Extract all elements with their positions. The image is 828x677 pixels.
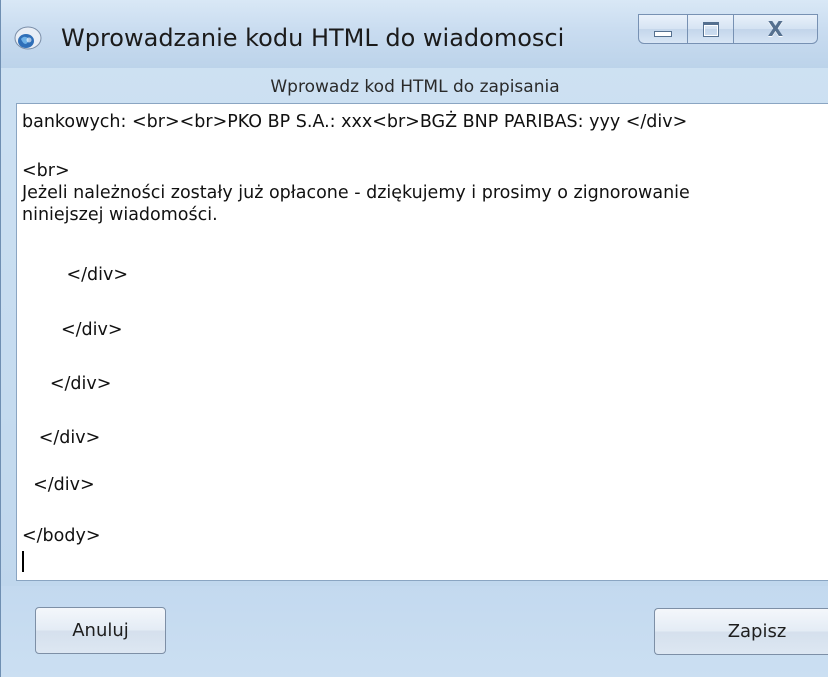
maximize-button[interactable]: [688, 14, 734, 44]
code-line: </body>: [22, 526, 101, 546]
code-line: </div>: [22, 265, 129, 285]
minimize-icon: [654, 31, 672, 37]
text-caret: [22, 551, 24, 572]
cancel-button[interactable]: Anuluj: [35, 607, 166, 654]
email-globe-icon: [14, 26, 42, 50]
maximize-icon: [702, 21, 719, 37]
code-line: </div>: [22, 320, 123, 340]
save-button[interactable]: Zapisz: [654, 608, 828, 655]
dialog-window: Wprowadzanie kodu HTML do wiadomosci X W…: [0, 0, 828, 677]
code-line: </div>: [22, 428, 101, 448]
code-line: </div>: [22, 374, 112, 394]
code-line: </div>: [22, 475, 95, 495]
html-code-editor[interactable]: bankowych: <br><br>PKO BP S.A.: xxx<br>B…: [16, 103, 828, 581]
prompt-label: Wprowadz kod HTML do zapisania: [270, 77, 560, 97]
minimize-button[interactable]: [638, 14, 688, 44]
code-line: niniejszej wiadomości.: [22, 205, 218, 225]
window-title: Wprowadzanie kodu HTML do wiadomosci: [61, 24, 565, 52]
code-line: <br>: [22, 161, 70, 181]
close-button[interactable]: X: [734, 14, 818, 44]
caption-buttons: X: [638, 14, 818, 46]
close-icon: X: [767, 17, 784, 41]
code-line: Jeżeli należności zostały już opłacone -…: [22, 183, 690, 203]
code-line: bankowych: <br><br>PKO BP S.A.: xxx<br>B…: [22, 112, 688, 132]
title-bar[interactable]: Wprowadzanie kodu HTML do wiadomosci X: [1, 0, 828, 68]
